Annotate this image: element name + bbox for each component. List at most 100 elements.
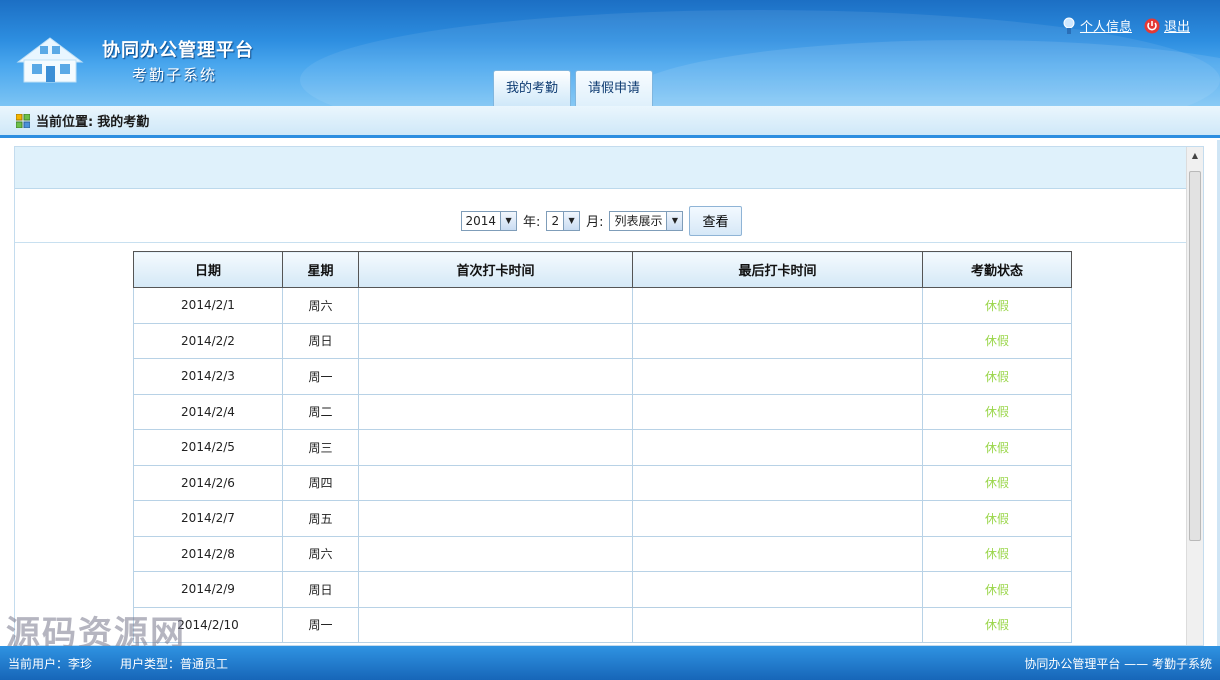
content-header-band — [15, 147, 1187, 189]
year-suffix: 年: — [523, 215, 541, 230]
cell-weekday: 周二 — [282, 393, 359, 430]
view-button[interactable]: 查看 — [689, 205, 742, 236]
app-subtitle: 考勤子系统 — [132, 66, 218, 84]
breadcrumb-label: 当前位置: — [36, 115, 94, 130]
table-row: 2014/2/6 周四 休假 — [133, 464, 1072, 501]
chevron-down-icon: ▼ — [500, 211, 517, 230]
cell-last-punch — [632, 429, 923, 466]
cell-last-punch — [632, 322, 923, 359]
profile-link[interactable]: 个人信息 — [1080, 16, 1132, 35]
footer-app-name: 协同办公管理平台 —— 考勤子系统 — [1024, 656, 1212, 671]
cell-weekday: 周五 — [282, 500, 359, 537]
cell-status: 休假 — [922, 606, 1072, 643]
display-mode-select[interactable]: 列表展示 ▼ — [609, 210, 684, 231]
grid-icon — [16, 113, 30, 128]
cell-status: 休假 — [922, 464, 1072, 501]
cell-weekday: 周一 — [282, 606, 359, 643]
cell-first-punch — [358, 571, 633, 608]
cell-first-punch — [358, 393, 633, 430]
power-icon — [1144, 18, 1160, 33]
table-row: 2014/2/4 周二 休假 — [133, 393, 1072, 430]
cell-weekday: 周六 — [282, 287, 359, 324]
month-select[interactable]: 2 ▼ — [546, 210, 581, 231]
cell-date: 2014/2/7 — [133, 500, 283, 537]
cell-weekday: 周六 — [282, 535, 359, 572]
table-header-row: 日期 星期 首次打卡时间 最后打卡时间 考勤状态 — [133, 251, 1072, 288]
top-links: 个人信息 退出 — [1062, 16, 1198, 35]
month-suffix: 月: — [586, 215, 604, 230]
year-select[interactable]: 2014 ▼ — [460, 210, 518, 231]
table-row: 2014/2/8 周六 休假 — [133, 535, 1072, 572]
cell-last-punch — [632, 535, 923, 572]
cell-last-punch — [632, 393, 923, 430]
cell-last-punch — [632, 358, 923, 395]
vertical-scrollbar[interactable]: ▲ — [1186, 147, 1203, 645]
table-row: 2014/2/9 周日 休假 — [133, 571, 1072, 608]
cell-date: 2014/2/4 — [133, 393, 283, 430]
cell-first-punch — [358, 464, 633, 501]
user-type: 用户类型：普通员工 — [120, 656, 229, 671]
chevron-down-icon: ▼ — [666, 211, 683, 230]
cell-status: 休假 — [922, 571, 1072, 608]
cell-status: 休假 — [922, 500, 1072, 537]
cell-first-punch — [358, 358, 633, 395]
cell-first-punch — [358, 429, 633, 466]
cell-status: 休假 — [922, 287, 1072, 324]
tab-leave-request[interactable]: 请假申请 — [575, 70, 654, 106]
cell-status: 休假 — [922, 358, 1072, 395]
cell-date: 2014/2/6 — [133, 464, 283, 501]
header: 协同办公管理平台 考勤子系统 个人信息 退出 我的考勤 请假申请 — [0, 0, 1220, 106]
cell-first-punch — [358, 535, 633, 572]
cell-date: 2014/2/8 — [133, 535, 283, 572]
table-row: 2014/2/1 周六 休假 — [133, 287, 1072, 324]
cell-date: 2014/2/3 — [133, 358, 283, 395]
cell-weekday: 周日 — [282, 322, 359, 359]
breadcrumb: 当前位置: 我的考勤 — [0, 106, 1220, 138]
cell-last-punch — [632, 464, 923, 501]
attendance-table: 日期 星期 首次打卡时间 最后打卡时间 考勤状态 2014/2/1 周六 休假 … — [133, 251, 1072, 643]
column-header-date: 日期 — [133, 251, 283, 288]
cell-last-punch — [632, 500, 923, 537]
info-icon — [1063, 17, 1075, 34]
table-row: 2014/2/3 周一 休假 — [133, 358, 1072, 395]
cell-weekday: 周三 — [282, 429, 359, 466]
cell-status: 休假 — [922, 322, 1072, 359]
cell-date: 2014/2/1 — [133, 287, 283, 324]
scroll-up-arrow-icon[interactable]: ▲ — [1187, 147, 1203, 164]
cell-date: 2014/2/2 — [133, 322, 283, 359]
cell-date: 2014/2/9 — [133, 571, 283, 608]
logout-link[interactable]: 退出 — [1164, 16, 1190, 35]
tab-my-attendance[interactable]: 我的考勤 — [493, 70, 572, 106]
display-mode-value: 列表展示 — [614, 214, 663, 228]
table-row: 2014/2/2 周日 休假 — [133, 322, 1072, 359]
content-frame: 2014 ▼ 年: 2 ▼ 月: 列表展示 ▼ 查看 日期 星期 首次打卡时间 … — [14, 146, 1204, 646]
filter-bar: 2014 ▼ 年: 2 ▼ 月: 列表展示 ▼ 查看 — [15, 199, 1187, 243]
cell-weekday: 周一 — [282, 358, 359, 395]
table-row: 2014/2/5 周三 休假 — [133, 429, 1072, 466]
year-select-value: 2014 — [465, 213, 497, 228]
chevron-down-icon: ▼ — [563, 211, 580, 230]
month-select-value: 2 — [551, 213, 560, 228]
current-user: 当前用户：李珍 — [8, 656, 93, 671]
cell-first-punch — [358, 606, 633, 643]
breadcrumb-current: 我的考勤 — [97, 115, 150, 130]
house-logo-icon — [16, 37, 84, 83]
cell-last-punch — [632, 571, 923, 608]
cell-date: 2014/2/5 — [133, 429, 283, 466]
cell-weekday: 周四 — [282, 464, 359, 501]
status-footer: 当前用户：李珍 用户类型：普通员工 协同办公管理平台 —— 考勤子系统 — [0, 646, 1220, 680]
cell-status: 休假 — [922, 535, 1072, 572]
cell-status: 休假 — [922, 393, 1072, 430]
cell-last-punch — [632, 287, 923, 324]
cell-status: 休假 — [922, 429, 1072, 466]
column-header-status: 考勤状态 — [922, 251, 1072, 288]
table-row: 2014/2/7 周五 休假 — [133, 500, 1072, 537]
main-tabs: 我的考勤 请假申请 — [493, 70, 654, 106]
app-title: 协同办公管理平台 — [102, 40, 254, 61]
scrollbar-thumb[interactable] — [1189, 171, 1201, 541]
cell-first-punch — [358, 287, 633, 324]
column-header-weekday: 星期 — [282, 251, 359, 288]
cell-last-punch — [632, 606, 923, 643]
cell-weekday: 周日 — [282, 571, 359, 608]
column-header-first-punch: 首次打卡时间 — [358, 251, 633, 288]
